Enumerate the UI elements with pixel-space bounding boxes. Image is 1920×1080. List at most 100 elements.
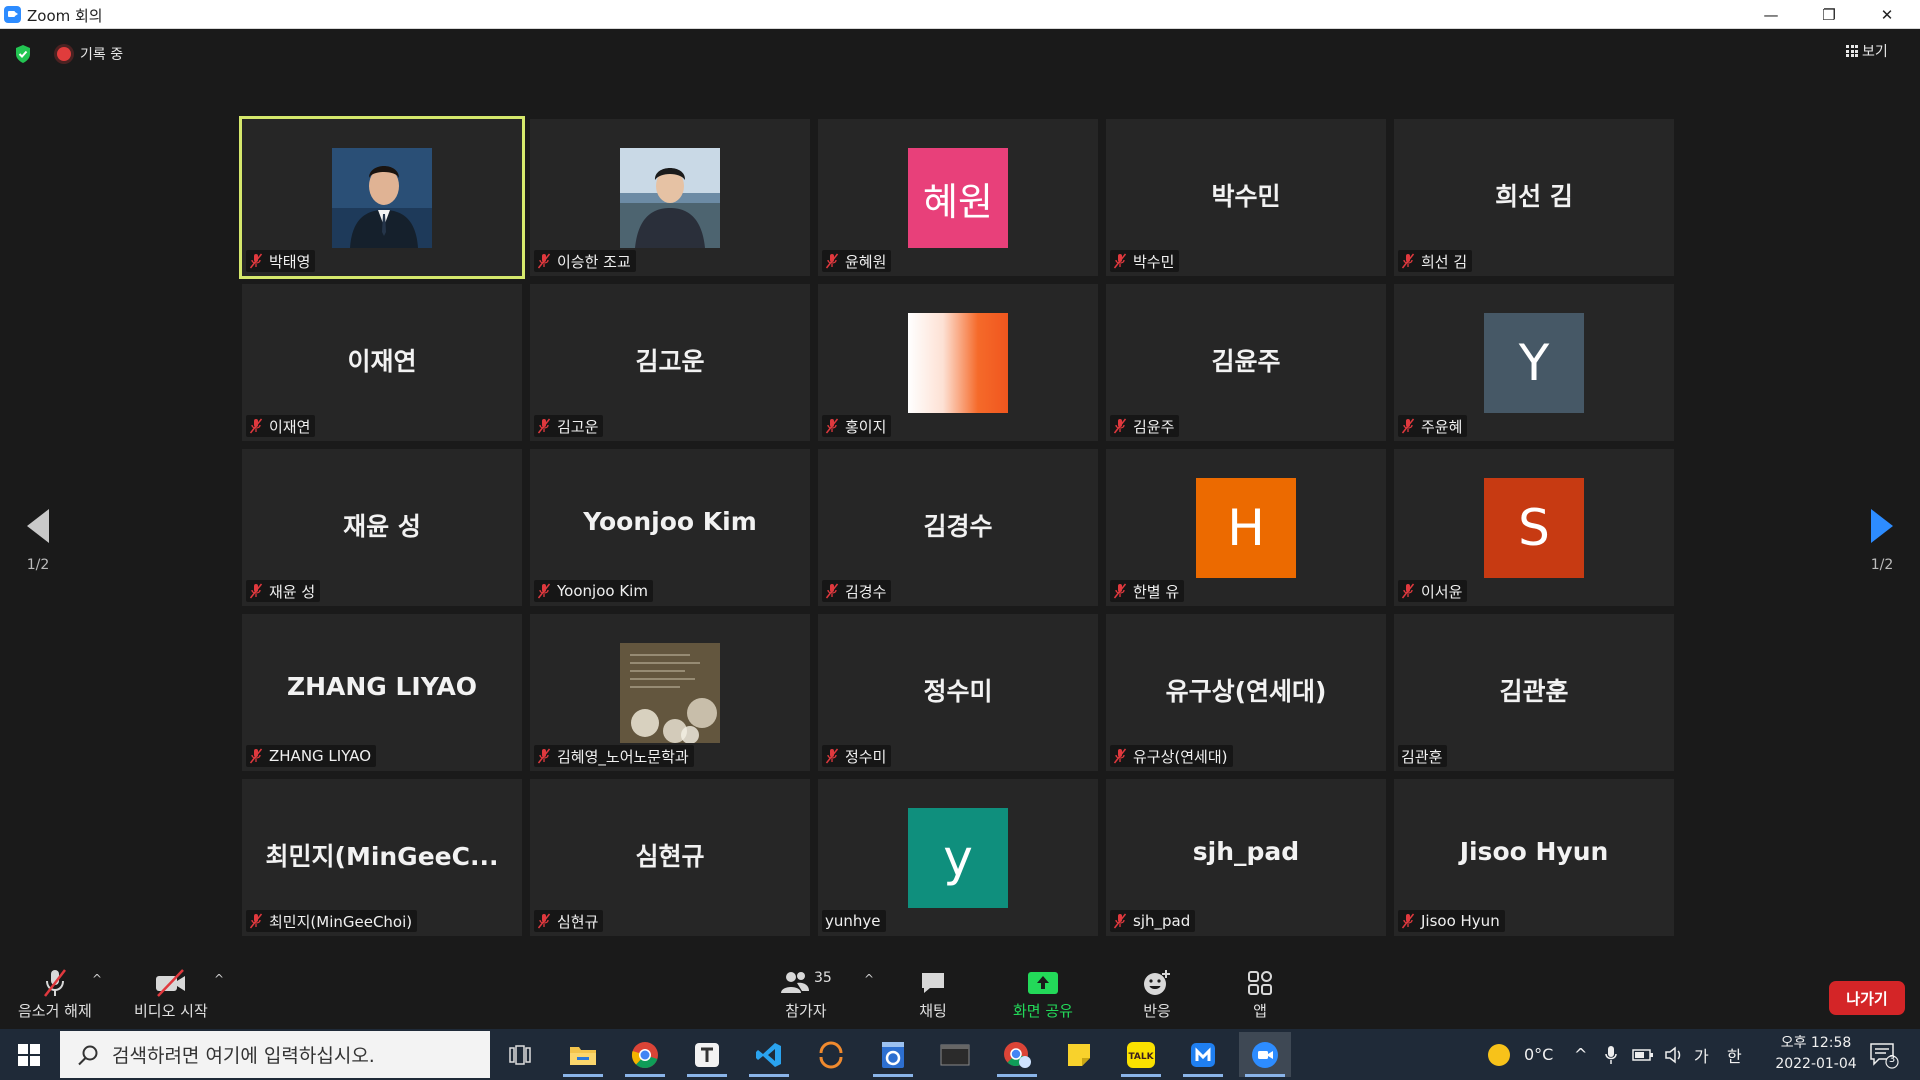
participant-name-tag: 홍이지 [822,415,892,437]
file-explorer-icon[interactable] [557,1032,609,1077]
vscode-icon[interactable] [743,1032,795,1077]
participant-tile[interactable]: 박수민 박수민 [1106,119,1386,276]
mic-muted-icon [825,418,839,434]
terminal-icon[interactable] [929,1032,981,1077]
participant-display-name: Jisoo Hyun [1459,837,1609,866]
participant-tile[interactable]: 정수미 정수미 [818,614,1098,771]
window-titlebar: Zoom 회의 — ❐ ✕ [0,0,1920,29]
participant-name-tag: 재윤 성 [246,580,321,602]
participant-name-tag: 이승한 조교 [534,250,636,272]
participant-tile[interactable]: 김고운 김고운 [530,284,810,441]
participant-tile[interactable]: S 이서윤 [1394,449,1674,606]
participants-button[interactable]: 35 참가자 [780,966,832,1021]
next-page-button[interactable]: 1/2 [1852,509,1912,573]
participants-options-caret[interactable]: ^ [864,972,874,986]
meeting-toolbar: 음소거 해제 ^ 비디오 시작 ^ 35 참가자 ^ 채팅 화면 공유 반응 앱… [0,960,1920,1029]
zoom-taskbar-icon[interactable] [1239,1032,1291,1077]
participant-video-thumbnail [332,148,432,248]
sticky-notes-icon[interactable] [1053,1032,1105,1077]
chat-button[interactable]: 채팅 [919,966,947,1021]
search-icon [78,1045,98,1066]
participant-display-name: 재윤 성 [343,512,421,541]
participant-avatar-image [908,313,1008,413]
participant-tile[interactable]: 김경수 김경수 [818,449,1098,606]
participant-tile[interactable]: 유구상(연세대) 유구상(연세대) [1106,614,1386,771]
weather-temp: 0°C [1524,1045,1554,1064]
apps-label: 앱 [1253,1002,1267,1020]
participant-display-name: 이재연 [347,347,417,376]
reactions-button[interactable]: 반응 [1142,966,1172,1021]
participant-tile[interactable]: y yunhye [818,779,1098,936]
audio-options-caret[interactable]: ^ [92,972,102,986]
participant-tile[interactable]: 김윤주 김윤주 [1106,284,1386,441]
sync-app-icon[interactable] [805,1032,857,1077]
participant-tile[interactable]: Jisoo Hyun Jisoo Hyun [1394,779,1674,936]
restore-button[interactable]: ❐ [1806,0,1852,29]
participant-tile[interactable]: 이재연 이재연 [242,284,522,441]
ime-mode-han[interactable]: 한 [1727,1029,1742,1080]
chat-icon [922,973,944,993]
participant-name-tag: 김관훈 [1398,745,1448,767]
task-view-icon[interactable] [494,1032,546,1077]
start-video-button[interactable]: 비디오 시작 [134,966,208,1021]
participant-tile[interactable]: H 한별 유 [1106,449,1386,606]
gyeongsang-app-icon[interactable] [867,1032,919,1077]
windows-taskbar: 검색하려면 여기에 입력하십시오. TALK 0°C ^ 가 한 오후 12:5… [0,1029,1920,1080]
participant-tile[interactable]: 재윤 성 재윤 성 [242,449,522,606]
participant-tile[interactable]: 박태영 [239,116,525,279]
chrome-profile-icon[interactable] [991,1032,1043,1077]
chrome-icon[interactable] [619,1032,671,1077]
reactions-label: 반응 [1143,1002,1171,1020]
minimize-button[interactable]: — [1748,0,1794,29]
start-button-windows-icon[interactable] [18,1044,40,1066]
participant-tile[interactable]: 혜원 윤혜원 [818,119,1098,276]
participant-avatar: Y [1484,313,1584,413]
typora-icon[interactable] [681,1032,733,1077]
battery-icon[interactable] [1632,1029,1654,1080]
messenger-app-icon[interactable] [1177,1032,1229,1077]
unmute-label: 음소거 해제 [18,1002,92,1020]
show-hidden-icons-button[interactable]: ^ [1574,1029,1587,1080]
zoom-app-icon [4,6,21,23]
mic-muted-icon [249,913,263,929]
mic-muted-icon [249,253,263,269]
microphone-tray-icon[interactable] [1604,1029,1618,1080]
participant-tile[interactable]: Yoonjoo Kim Yoonjoo Kim [530,449,810,606]
video-options-caret[interactable]: ^ [214,972,224,986]
taskbar-search-box[interactable]: 검색하려면 여기에 입력하십시오. [60,1031,490,1078]
participant-name: 이서윤 [1421,582,1463,601]
participant-name-tag: 김고운 [534,415,604,437]
participant-name: 박수민 [1133,252,1175,271]
participant-tile[interactable]: ZHANG LIYAO ZHANG LIYAO [242,614,522,771]
previous-page-button[interactable]: 1/2 [8,509,68,573]
participant-tile[interactable]: 김혜영_노어노문학과 [530,614,810,771]
participant-name-tag: 유구상(연세대) [1110,745,1233,767]
leave-button[interactable]: 나가기 [1829,981,1905,1015]
participant-tile[interactable]: 홍이지 [818,284,1098,441]
mic-muted-icon [1401,253,1415,269]
view-button[interactable]: 보기 [1846,39,1888,63]
participant-tile[interactable]: Y 주윤혜 [1394,284,1674,441]
participant-video-thumbnail [620,148,720,248]
kakaotalk-icon[interactable]: TALK [1115,1032,1167,1077]
participant-tile[interactable]: 최민지(MinGeeC... 최민지(MinGeeChoi) [242,779,522,936]
encryption-shield-icon[interactable] [14,44,32,64]
volume-icon[interactable] [1664,1029,1686,1080]
chat-label: 채팅 [919,1002,947,1020]
participant-photo [620,148,720,248]
notifications-button[interactable]: 3 [1869,1029,1899,1080]
apps-button[interactable]: 앱 [1247,966,1273,1021]
weather-widget[interactable]: 0°C [1488,1029,1553,1080]
participant-tile[interactable]: 심현규 심현규 [530,779,810,936]
share-screen-button[interactable]: 화면 공유 [1013,966,1073,1021]
participant-tile[interactable]: 이승한 조교 [530,119,810,276]
close-button[interactable]: ✕ [1864,0,1910,29]
participant-name: 홍이지 [845,417,887,436]
participant-tile[interactable]: 김관훈 김관훈 [1394,614,1674,771]
unmute-button[interactable]: 음소거 해제 [18,966,92,1021]
participant-tile[interactable]: sjh_pad sjh_pad [1106,779,1386,936]
ime-mode-ga[interactable]: 가 [1694,1029,1709,1080]
participant-name-tag: 김혜영_노어노문학과 [534,745,694,767]
participant-tile[interactable]: 희선 김 희선 김 [1394,119,1674,276]
taskbar-clock[interactable]: 오후 12:58 2022-01-04 [1752,1033,1880,1075]
